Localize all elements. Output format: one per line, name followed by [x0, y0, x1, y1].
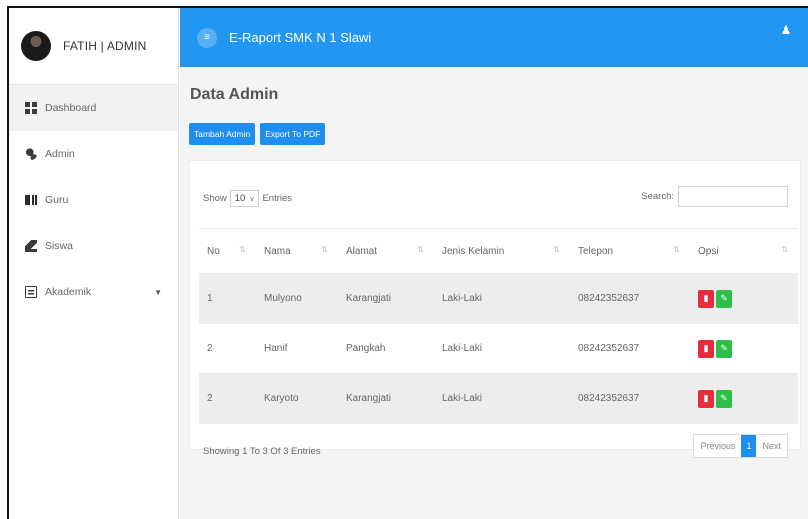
column-header-alamat[interactable]: Alamat ⇅: [338, 228, 434, 274]
sort-icon: ⇅: [321, 245, 328, 254]
delete-button[interactable]: ▮: [698, 339, 714, 358]
export-pdf-button[interactable]: Export To PDF: [260, 123, 326, 145]
graduation-cap-icon: [25, 240, 37, 252]
sidebar: FATIH | ADMIN Dashboard Admin Guru Siswa…: [9, 8, 179, 519]
delete-button[interactable]: ▮: [698, 289, 714, 308]
show-label: Show: [203, 193, 227, 204]
action-buttons: Tambah Admin Export To PDF: [189, 123, 326, 145]
sidebar-item-siswa[interactable]: Siswa: [9, 223, 178, 269]
edit-button[interactable]: ✎: [716, 389, 732, 408]
table-header-row: No ⇅ Nama ⇅ Alamat ⇅ Jenis Kelamin ⇅ Telepon…: [199, 228, 798, 274]
cell-opsi: ▮ ✎: [690, 323, 798, 374]
sidebar-item-dashboard[interactable]: Dashboard: [9, 85, 178, 131]
column-header-telepon[interactable]: Telepon ⇅: [570, 228, 690, 274]
main-content: ≡ E-Raport SMK N 1 Slawi ♟ Data Admin Ta…: [180, 8, 808, 519]
trash-icon: ▮: [703, 393, 709, 404]
chevron-down-icon: ∨: [249, 195, 255, 203]
app-frame: FATIH | ADMIN Dashboard Admin Guru Siswa…: [7, 6, 808, 519]
user-icon[interactable]: ♟: [778, 22, 794, 38]
sidebar-item-label: Siswa: [45, 240, 74, 252]
user-name: FATIH | ADMIN: [63, 39, 147, 53]
cell-jenis-kelamin: Laki-Laki: [434, 323, 570, 374]
cell-alamat: Pangkah: [338, 323, 434, 374]
cell-telepon: 08242352637: [570, 373, 690, 424]
cell-nama: Hanif: [256, 323, 338, 374]
edit-button[interactable]: ✎: [716, 339, 732, 358]
sidebar-item-label: Guru: [45, 194, 69, 206]
cell-nama: Karyoto: [256, 373, 338, 424]
trash-icon: ▮: [703, 293, 709, 303]
previous-button[interactable]: Previous: [694, 435, 741, 457]
guru-icon: [25, 194, 37, 206]
table-info: Showing 1 To 3 Of 3 Entries: [203, 446, 321, 457]
entries-select[interactable]: 10 ∨: [229, 190, 260, 207]
cell-nama: Mulyono: [256, 273, 338, 324]
sidebar-item-admin[interactable]: Admin: [9, 131, 178, 177]
sidebar-item-label: Dashboard: [45, 102, 97, 114]
delete-button[interactable]: ▮: [698, 389, 714, 408]
column-header-nama[interactable]: Nama ⇅: [256, 228, 338, 274]
table-row: 2 Karyoto Karangjati Laki-Laki 082423526…: [199, 373, 798, 424]
cell-no: 2: [199, 373, 256, 424]
column-header-jenis-kelamin[interactable]: Jenis Kelamin ⇅: [434, 228, 570, 274]
edit-icon: ✎: [720, 343, 728, 353]
cell-alamat: Karangjati: [338, 273, 434, 324]
edit-button[interactable]: ✎: [716, 289, 732, 308]
edit-icon: ✎: [720, 393, 728, 404]
menu-toggle-icon[interactable]: ≡: [197, 27, 217, 48]
cell-telepon: 08242352637: [570, 273, 690, 324]
cell-opsi: ▮ ✎: [690, 373, 798, 424]
cell-no: 1: [199, 273, 256, 324]
search-label: Search:: [641, 191, 674, 202]
admin-icon: [25, 148, 37, 160]
topbar: ≡ E-Raport SMK N 1 Slawi ♟: [180, 8, 808, 67]
dashboard-icon: [25, 102, 37, 114]
entries-label: Entries: [262, 193, 293, 204]
add-admin-button[interactable]: Tambah Admin: [189, 123, 256, 145]
sidebar-menu: Dashboard Admin Guru Siswa Akademik ▼: [9, 85, 178, 315]
sidebar-item-label: Admin: [45, 148, 75, 160]
entries-value: 10: [234, 193, 246, 204]
table-row: 1 Mulyono Karangjati Laki-Laki 082423526…: [199, 273, 798, 324]
sidebar-item-guru[interactable]: Guru: [9, 177, 178, 223]
admin-table: No ⇅ Nama ⇅ Alamat ⇅ Jenis Kelamin ⇅ Telepon…: [199, 228, 798, 424]
sidebar-item-label: Akademik: [45, 286, 92, 298]
cell-telepon: 08242352637: [570, 323, 690, 374]
sidebar-item-akademik[interactable]: Akademik ▼: [9, 269, 178, 315]
cell-opsi: ▮ ✎: [690, 273, 798, 324]
page-title: Data Admin: [190, 86, 279, 103]
cell-jenis-kelamin: Laki-Laki: [434, 373, 570, 424]
edit-icon: ✎: [720, 293, 728, 303]
column-header-opsi[interactable]: Opsi ⇅: [690, 228, 798, 274]
cell-jenis-kelamin: Laki-Laki: [434, 273, 570, 324]
cell-alamat: Karangjati: [338, 373, 434, 424]
entries-control: Show 10 ∨ Entries: [203, 190, 292, 207]
column-header-no[interactable]: No ⇅: [199, 228, 256, 274]
sort-icon: ⇅: [553, 245, 560, 254]
table-row: 2 Hanif Pangkah Laki-Laki 08242352637 ▮ …: [199, 323, 798, 374]
cell-no: 2: [199, 323, 256, 374]
sort-icon: ⇅: [673, 245, 680, 254]
page-1-button[interactable]: 1: [741, 435, 757, 457]
search-control: Search:: [641, 186, 788, 207]
trash-icon: ▮: [703, 343, 709, 353]
sidebar-brand: FATIH | ADMIN: [9, 8, 178, 85]
calendar-icon: [25, 286, 37, 298]
pagination: Previous 1 Next: [693, 434, 788, 458]
sort-icon: ⇅: [417, 245, 424, 254]
search-input[interactable]: [678, 186, 788, 207]
chevron-down-icon: ▼: [154, 287, 162, 297]
next-button[interactable]: Next: [756, 435, 787, 457]
sort-icon: ⇅: [781, 245, 788, 254]
avatar: [21, 31, 51, 61]
admin-table-card: Show 10 ∨ Entries Search: No ⇅ Nama ⇅ Alam…: [189, 160, 801, 458]
sort-icon: ⇅: [239, 245, 246, 254]
app-title: E-Raport SMK N 1 Slawi: [229, 30, 372, 45]
